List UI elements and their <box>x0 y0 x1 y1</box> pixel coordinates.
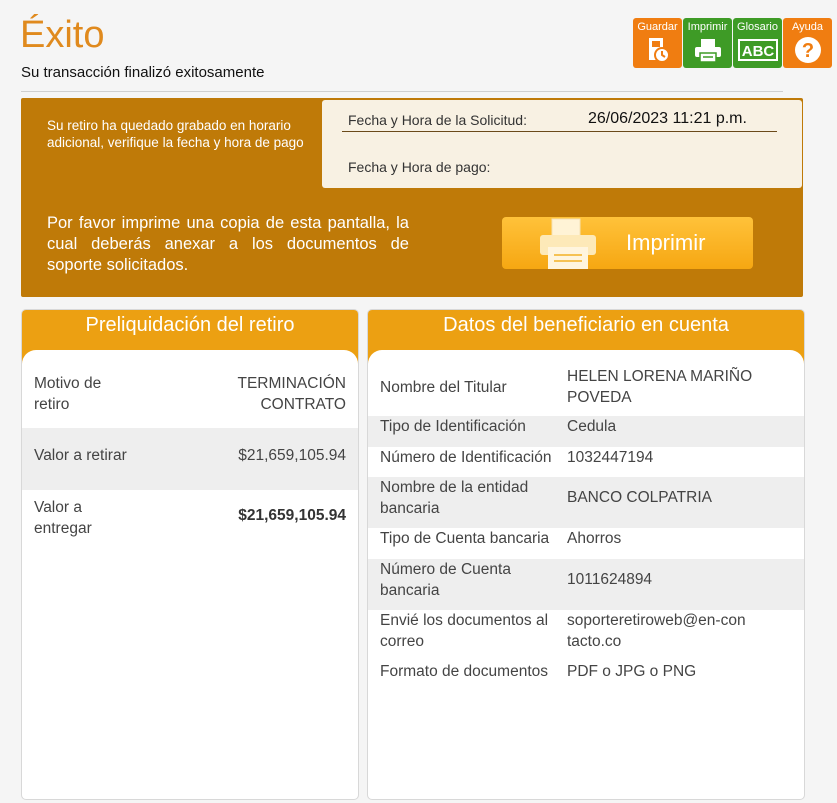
row-value: Cedula <box>567 418 617 435</box>
print-button[interactable]: Imprimir <box>502 217 753 269</box>
beneficiary-title: Datos del beneficiario en cuenta <box>443 314 729 336</box>
schedule-banner: Su retiro ha quedado grabado en horario … <box>21 98 803 297</box>
print-instructions: Por favor imprime una copia de esta pant… <box>47 214 409 274</box>
row-value: PDF o JPG o PNG <box>567 663 697 680</box>
page-title: Éxito <box>20 14 105 56</box>
row-label: Motivo de retiro <box>34 375 102 413</box>
print-toolbar-label: Imprimir <box>687 21 728 33</box>
glossary-button[interactable]: Glosario ABC <box>733 18 782 68</box>
table-row: Nombre del Titular HELEN LORENA MARIÑO P… <box>368 364 804 416</box>
svg-text:ABC: ABC <box>741 43 774 60</box>
row-label: Número de Cuenta bancaria <box>380 561 511 599</box>
row-label: Número de Identificación <box>380 449 552 466</box>
row-label: Valor a entregar <box>34 499 92 537</box>
date-info-box: Fecha y Hora de la Solicitud: 26/06/2023… <box>322 100 802 188</box>
print-toolbar-button[interactable]: Imprimir <box>683 18 732 68</box>
printer-icon <box>540 218 596 269</box>
page: Éxito Su transacción finalizó exitosamen… <box>0 0 837 803</box>
table-row: Número de Cuenta bancaria 1011624894 <box>368 559 804 610</box>
page-subtitle: Su transacción finalizó exitosamente <box>21 64 265 81</box>
table-row: Formato de documentos PDF o JPG o PNG <box>368 661 804 692</box>
svg-text:?: ? <box>801 40 813 62</box>
date-divider <box>342 131 777 132</box>
printer-icon <box>683 34 732 66</box>
help-button[interactable]: Ayuda ? <box>783 18 832 68</box>
schedule-message: Su retiro ha quedado grabado en horario … <box>47 118 304 150</box>
table-row: Número de Identificación 1032447194 <box>368 447 804 477</box>
abc-icon: ABC <box>733 34 782 66</box>
row-value: soporteretiroweb@en-contacto.co <box>567 612 746 650</box>
print-button-label: Imprimir <box>626 230 706 255</box>
row-label: Formato de documentos <box>380 663 549 680</box>
divider <box>21 91 783 92</box>
row-value: 1032447194 <box>567 449 654 466</box>
preliquidation-panel: Preliquidación del retiro Motivo de reti… <box>21 309 359 800</box>
table-row: Valor a retirar $21,659,105.94 <box>22 428 358 490</box>
row-value: BANCO COLPATRIA <box>567 489 712 506</box>
help-button-label: Ayuda <box>792 21 823 33</box>
row-label: Tipo de Cuenta bancaria <box>380 530 550 547</box>
preliquidation-header: Preliquidación del retiro <box>22 310 358 364</box>
table-row: Motivo de retiro TERMINACIÓN CONTRATO <box>22 364 358 428</box>
toolbar: Guardar Imprimir Glosario ABC Ayuda ? <box>633 18 832 68</box>
request-date-label: Fecha y Hora de la Solicitud: <box>348 112 527 128</box>
row-label: Valor a retirar <box>34 447 127 464</box>
payment-date-label: Fecha y Hora de pago: <box>348 159 491 175</box>
row-value: 1011624894 <box>567 571 653 588</box>
request-date-value: 26/06/2023 11:21 p.m. <box>588 110 747 127</box>
table-row: Tipo de Identificación Cedula <box>368 416 804 447</box>
row-label: Nombre de la entidad bancaria <box>380 479 529 517</box>
row-value: HELEN LORENA MARIÑO POVEDA <box>567 368 753 406</box>
row-value: $21,659,105.94 <box>238 507 346 524</box>
table-row: Valor a entregar $21,659,105.94 <box>22 490 358 554</box>
glossary-button-label: Glosario <box>737 21 778 33</box>
save-button[interactable]: Guardar <box>633 18 682 68</box>
row-label: Envié los documentos al correo <box>380 612 549 650</box>
save-icon <box>633 34 682 66</box>
preliquidation-title: Preliquidación del retiro <box>85 314 295 336</box>
beneficiary-header: Datos del beneficiario en cuenta <box>368 310 804 364</box>
table-row: Nombre de la entidad bancaria BANCO COLP… <box>368 477 804 528</box>
row-value: TERMINACIÓN CONTRATO <box>237 375 347 413</box>
help-icon: ? <box>783 34 832 66</box>
row-label: Tipo de Identificación <box>380 418 526 435</box>
row-label: Nombre del Titular <box>380 379 507 396</box>
table-row: Envié los documentos al correo soportere… <box>368 610 804 661</box>
table-row: Tipo de Cuenta bancaria Ahorros <box>368 528 804 559</box>
beneficiary-panel: Datos del beneficiario en cuenta Nombre … <box>367 309 805 800</box>
save-button-label: Guardar <box>637 21 678 33</box>
row-value: Ahorros <box>567 530 622 547</box>
row-value: $21,659,105.94 <box>238 447 346 464</box>
